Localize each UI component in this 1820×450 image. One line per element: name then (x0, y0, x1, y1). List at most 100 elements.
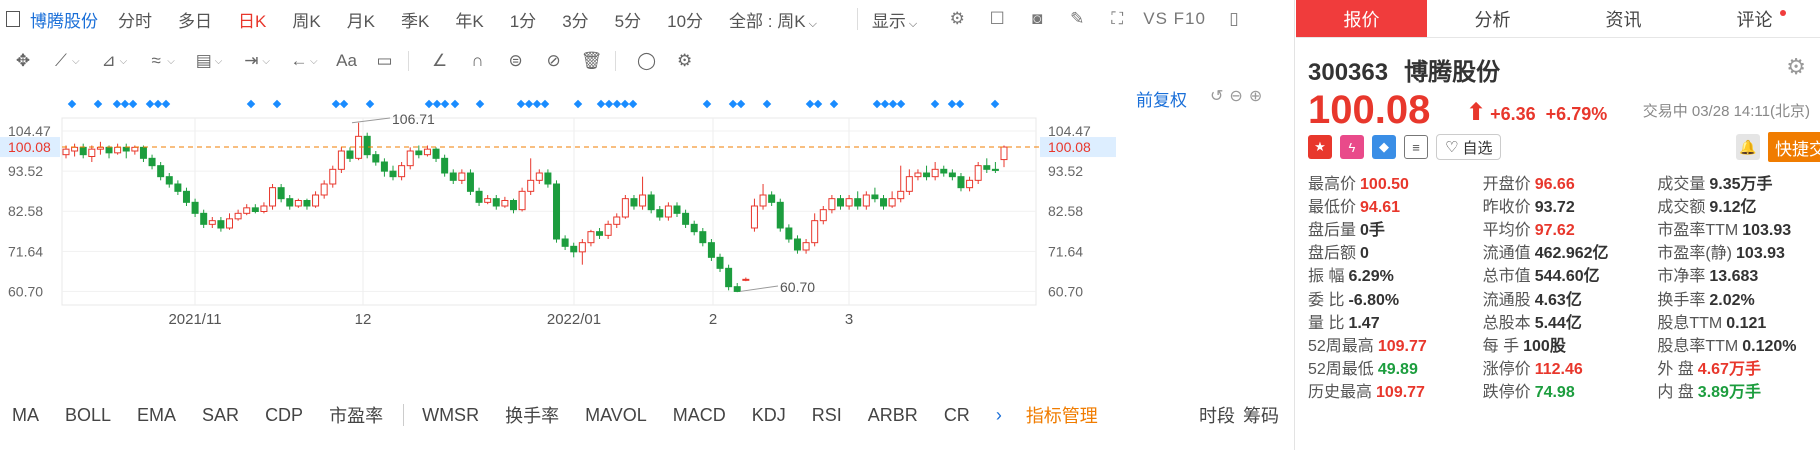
candle-body (62, 148, 70, 156)
event-marker (880, 99, 890, 109)
indicator-item[interactable]: MACD (673, 405, 726, 426)
candle-body (725, 267, 733, 288)
session-button[interactable]: 时段 (1199, 402, 1235, 428)
event-marker (728, 99, 738, 109)
event-marker (596, 99, 606, 109)
quote-stat: 外 盘 4.67万手 (1657, 361, 1761, 379)
candle-body (182, 190, 190, 203)
event-marker (365, 99, 375, 109)
quote-tab[interactable]: 评论 (1689, 0, 1820, 37)
candle-body (974, 165, 982, 181)
candle-body (553, 183, 561, 240)
candle-body (337, 150, 345, 170)
candlestick-chart[interactable]: 104.47 104.47 93.52 93.52 82.58 82.58 71.64 71.… (0, 0, 1295, 400)
y-tick-label-left: 82.58 (8, 203, 43, 219)
add-watchlist-button[interactable]: ♡ 自选 (1436, 134, 1502, 160)
indicator-item[interactable]: EMA (137, 405, 176, 426)
candle-body (492, 198, 500, 207)
heart-icon: ♡ (1445, 139, 1459, 156)
event-marker (628, 99, 638, 109)
indicator-item[interactable]: BOLL (65, 405, 111, 426)
event-marker (888, 99, 898, 109)
candle-body (380, 161, 388, 172)
chevron-right-icon[interactable]: › (996, 405, 1002, 426)
y-tick-label-right: 60.70 (1048, 283, 1083, 299)
candle-body (742, 278, 750, 281)
tag-icon[interactable]: ◆ (1372, 135, 1396, 159)
indicator-item[interactable]: ARBR (868, 405, 918, 426)
event-marker (161, 99, 171, 109)
event-marker (930, 99, 940, 109)
candle-body (966, 179, 974, 189)
quote-stat: 市净率 13.683 (1657, 268, 1759, 286)
event-marker (524, 99, 534, 109)
candle-body (458, 172, 466, 181)
quick-trade-button[interactable]: 快捷交易 (1768, 132, 1820, 162)
quote-stat: 总市值 544.60亿 (1482, 268, 1600, 286)
quote-settings-icon[interactable]: ⚙ (1786, 54, 1806, 80)
china-flag-icon: ★ (1308, 135, 1332, 159)
x-tick-label: 3 (845, 311, 853, 328)
event-marker (702, 99, 712, 109)
event-marker (620, 99, 630, 109)
candle-body (699, 231, 707, 244)
candle-body (174, 183, 182, 192)
divider (403, 404, 405, 426)
stock-code: 300363 (1308, 59, 1389, 86)
candle-body (200, 212, 208, 225)
indicator-item[interactable]: MAVOL (585, 405, 647, 426)
event-marker (896, 99, 906, 109)
event-marker (612, 99, 622, 109)
event-marker (339, 99, 349, 109)
indicator-item[interactable]: 市盈率 (329, 402, 383, 428)
quote-stat: 流通值 462.962亿 (1482, 245, 1609, 263)
candle-body (114, 146, 122, 154)
candle-body (139, 146, 147, 159)
event-marker (272, 99, 282, 109)
candle-body (329, 168, 337, 185)
indicator-item[interactable]: WMSR (422, 405, 479, 426)
candle-body (836, 198, 844, 207)
y-tick-label-left: 104.47 (8, 123, 51, 139)
candle-body (251, 207, 259, 212)
candle-body (88, 148, 96, 158)
indicator-item[interactable]: 换手率 (505, 402, 559, 428)
candle-body (484, 198, 492, 203)
indicator-item[interactable]: SAR (202, 405, 239, 426)
indicator-item[interactable]: MA (12, 405, 39, 426)
notification-dot (1780, 10, 1786, 16)
candle-body (105, 146, 113, 154)
up-arrow-icon: ⬆ (1466, 99, 1487, 126)
indicator-item[interactable]: KDJ (752, 405, 786, 426)
candle-body (441, 157, 449, 174)
candle-body (587, 231, 595, 244)
event-marker (955, 99, 965, 109)
event-marker (872, 99, 882, 109)
candle-body (122, 146, 130, 152)
candle-body (673, 205, 681, 214)
quote-tab[interactable]: 资讯 (1558, 0, 1689, 37)
candle-body (423, 148, 431, 156)
quote-stat: 市盈率TTM 103.93 (1657, 221, 1792, 239)
candle-body (845, 198, 853, 207)
indicator-item[interactable]: CR (944, 405, 970, 426)
indicator-item[interactable]: CDP (265, 405, 303, 426)
indicator-item[interactable]: RSI (812, 405, 842, 426)
quote-tab[interactable]: 报价 (1296, 0, 1427, 37)
event-marker (990, 99, 1000, 109)
y-tick-label-left: 71.64 (8, 243, 43, 259)
candle-body (914, 172, 922, 178)
quote-stat: 换手率 2.02% (1657, 291, 1755, 309)
y-tick-label-right: 71.64 (1048, 243, 1083, 259)
quote-tab[interactable]: 分析 (1427, 0, 1558, 37)
chip-button[interactable]: 筹码 (1243, 402, 1279, 428)
note-icon[interactable]: ≡ (1404, 135, 1428, 159)
candle-body (948, 172, 956, 178)
candle-body (294, 200, 302, 207)
x-tick-label: 12 (355, 311, 372, 328)
quote-stat: 每 手 100股 (1482, 337, 1566, 355)
flash-icon[interactable]: ϟ (1340, 135, 1364, 159)
bell-icon[interactable]: 🔔 (1736, 134, 1760, 160)
candle-body (398, 165, 406, 178)
indicator-manage-button[interactable]: 指标管理 (1026, 402, 1098, 428)
